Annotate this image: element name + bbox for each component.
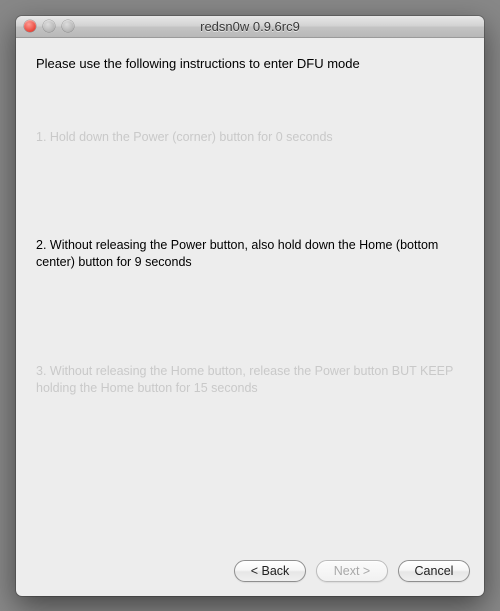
content-area: Please use the following instructions to… — [16, 38, 484, 552]
step-3: 3. Without releasing the Home button, re… — [36, 363, 464, 397]
instruction-heading: Please use the following instructions to… — [36, 56, 464, 71]
back-button[interactable]: < Back — [234, 560, 306, 582]
cancel-button[interactable]: Cancel — [398, 560, 470, 582]
traffic-lights — [16, 20, 74, 32]
next-button: Next > — [316, 560, 388, 582]
button-row: < Back Next > Cancel — [16, 552, 484, 596]
close-icon[interactable] — [24, 20, 36, 32]
window-title: redsn0w 0.9.6rc9 — [16, 19, 484, 34]
titlebar[interactable]: redsn0w 0.9.6rc9 — [16, 16, 484, 38]
zoom-icon[interactable] — [62, 20, 74, 32]
step-2: 2. Without releasing the Power button, a… — [36, 237, 464, 271]
minimize-icon[interactable] — [43, 20, 55, 32]
spacer — [36, 397, 464, 542]
app-window: redsn0w 0.9.6rc9 Please use the followin… — [16, 16, 484, 596]
step-1: 1. Hold down the Power (corner) button f… — [36, 129, 464, 146]
